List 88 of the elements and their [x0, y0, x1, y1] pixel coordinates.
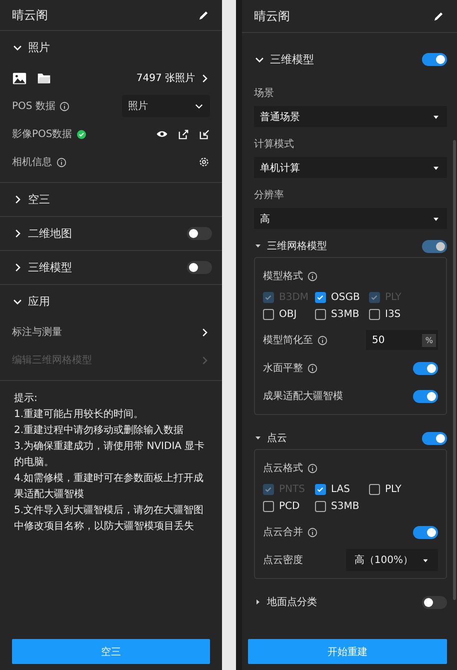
- toggle-switch[interactable]: [422, 53, 447, 66]
- tip-text: 4.如需修模，重建时可在参数面板上打开成果适配大疆智模: [14, 472, 205, 502]
- edit-icon[interactable]: [432, 10, 445, 22]
- field-label: 点云格式: [263, 462, 303, 475]
- section-title[interactable]: 二维地图: [28, 226, 72, 241]
- info-icon[interactable]: [307, 362, 318, 374]
- toggle-switch[interactable]: [422, 596, 447, 608]
- checkbox-label: OSGB: [331, 292, 360, 303]
- field-label: POS 数据: [12, 100, 56, 113]
- checkbox[interactable]: [315, 484, 326, 495]
- field-label: 水面平整: [263, 362, 303, 375]
- info-icon[interactable]: [317, 334, 328, 346]
- checkbox[interactable]: [263, 501, 274, 512]
- panel-title: 晴云阁: [12, 6, 48, 24]
- field-label: 场景: [254, 86, 275, 100]
- import-icon[interactable]: [199, 128, 210, 140]
- unit-label: %: [422, 334, 436, 346]
- section-title[interactable]: 空三: [28, 192, 50, 207]
- check-icon: [370, 293, 379, 302]
- tip-text: 2.重建过程中请勿移动或删除输入数据: [14, 424, 185, 438]
- checkbox[interactable]: [315, 501, 326, 512]
- info-icon[interactable]: [307, 462, 318, 474]
- check-icon: [316, 293, 325, 302]
- field-label: 成果适配大疆智模: [263, 390, 343, 403]
- dropdown[interactable]: 照片: [122, 95, 210, 117]
- triangle-down-icon[interactable]: [254, 242, 262, 250]
- info-icon[interactable]: [59, 100, 70, 112]
- tip-text: 5.文件导入到大疆智模后，请勿在大疆智图中修改项目名称，以防大疆智模项目丢失: [14, 504, 205, 534]
- checkbox[interactable]: [369, 309, 380, 320]
- photo-count[interactable]: 7497 张照片: [136, 71, 195, 85]
- field-label: 模型简化至: [263, 334, 313, 347]
- section-title[interactable]: 应用: [28, 294, 50, 309]
- field-label: 相机信息: [12, 156, 52, 169]
- export-icon[interactable]: [178, 128, 189, 140]
- dropdown[interactable]: 高（100%）: [346, 549, 438, 571]
- edit-icon[interactable]: [197, 8, 210, 22]
- checkbox-label: PCD: [279, 501, 300, 512]
- checkbox[interactable]: [315, 292, 326, 303]
- view-icon[interactable]: [156, 128, 168, 140]
- tip-text: 1.重建可能占用较长的时间。: [14, 408, 145, 422]
- dropdown[interactable]: 高: [254, 208, 447, 229]
- settings-icon[interactable]: [198, 156, 210, 168]
- checkbox-label: I3S: [385, 309, 401, 320]
- section-title[interactable]: 三维模型: [28, 260, 72, 275]
- field-label: 点云合并: [263, 526, 303, 539]
- checkbox[interactable]: [263, 309, 274, 320]
- toggle-switch[interactable]: [413, 362, 438, 374]
- checkbox-label: S3MB: [331, 309, 360, 320]
- subsection-title[interactable]: 地面点分类: [267, 595, 317, 609]
- field-label: 点云密度: [263, 554, 303, 567]
- triangle-right-icon[interactable]: [254, 598, 262, 606]
- dropdown[interactable]: 单机计算: [254, 157, 447, 178]
- check-icon: [264, 485, 273, 494]
- checkbox[interactable]: [315, 309, 326, 320]
- field-label: 计算模式: [254, 138, 295, 151]
- toggle-switch[interactable]: [413, 390, 438, 402]
- toggle-switch[interactable]: [187, 227, 212, 240]
- toggle-switch[interactable]: [422, 432, 447, 444]
- field-label: 分辨率: [254, 188, 285, 202]
- scrollbar[interactable]: [453, 140, 456, 600]
- tip-text: 3.为确保重建成功，请使用带 NVIDIA 显卡的电脑。: [14, 440, 206, 470]
- info-icon[interactable]: [307, 526, 318, 538]
- number-field[interactable]: 50 %: [366, 330, 438, 350]
- folder-icon[interactable]: [37, 71, 51, 85]
- menu-link[interactable]: 标注与测量: [12, 325, 62, 339]
- checkbox-label: PLY: [385, 484, 402, 495]
- checkbox-label: S3MB: [331, 501, 360, 512]
- field-label: 影像POS数据: [12, 128, 72, 141]
- info-icon[interactable]: [56, 156, 67, 168]
- info-icon[interactable]: [307, 270, 318, 282]
- field-value: 50: [372, 334, 385, 346]
- check-icon: [316, 485, 325, 494]
- triangle-down-icon[interactable]: [254, 434, 262, 442]
- section-title[interactable]: 照片: [28, 40, 50, 55]
- dropdown[interactable]: 普通场景: [254, 106, 447, 127]
- image-icon[interactable]: [12, 70, 27, 86]
- checkbox-label: OBJ: [279, 309, 297, 320]
- panel-title: 晴云阁: [254, 8, 290, 24]
- check-icon: [264, 293, 273, 302]
- checkbox-label: LAS: [331, 484, 350, 495]
- field-label: 模型格式: [263, 270, 303, 283]
- toggle-switch[interactable]: [413, 526, 438, 538]
- section-title[interactable]: 三维模型: [270, 52, 314, 67]
- toggle-switch[interactable]: [187, 261, 212, 274]
- checkbox[interactable]: [369, 484, 380, 495]
- subsection-title[interactable]: 三维网格模型: [267, 239, 327, 253]
- tips-heading: 提示:: [14, 392, 38, 406]
- subsection-title[interactable]: 点云: [267, 431, 287, 445]
